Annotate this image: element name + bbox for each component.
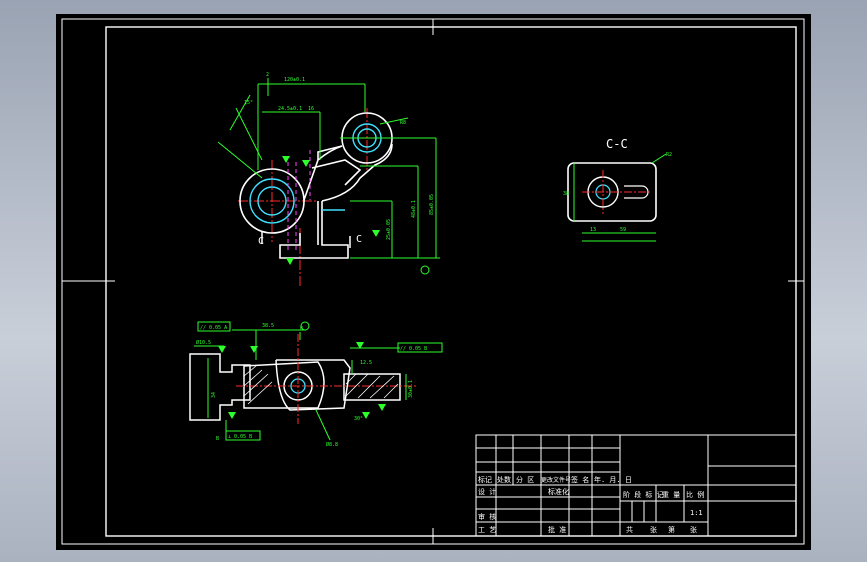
dim-angle-left: 15°: [244, 100, 253, 106]
plan-width-dim: 38.5: [262, 323, 274, 329]
dim-height-mid: 25±0.05: [386, 219, 392, 240]
dim-top-small: 2: [266, 72, 269, 78]
section-title: C-C: [606, 137, 628, 151]
plan-angle-dim: 30°: [354, 416, 363, 422]
header-zone: 分 区: [516, 475, 534, 484]
scale-label: 比 例: [686, 490, 704, 499]
section-marker-right: C: [356, 234, 362, 245]
cad-drawing-canvas: C C 120±0.1 24.5±0.1 16 2 R8 15° 85±0.05…: [56, 14, 811, 550]
scale-value: 1:1: [690, 509, 703, 517]
stage-mark-label: 阶 段 标 记: [623, 490, 664, 499]
sheet-unit-2: 张: [690, 525, 697, 534]
header-sign: 签 名: [571, 475, 589, 484]
plan-hole-dim: Ø8.8: [326, 441, 338, 448]
plan-depth-dim: 12.5: [360, 360, 372, 366]
row-process-label: 工 艺: [478, 526, 496, 534]
tol-frame-right: // 0.05 B: [400, 346, 427, 352]
dim-top-mid: 16: [308, 106, 314, 112]
sheet-number-label: 第: [668, 525, 675, 534]
row-review-label: 审 核: [478, 512, 496, 521]
row-approve-label: 批 准: [548, 525, 566, 534]
tol-frame-top: // 0.05 A: [200, 325, 227, 331]
row-standardize-label: 标准化: [548, 487, 569, 496]
header-mark: 标记: [478, 475, 492, 484]
plan-left-height-dim: 34: [211, 392, 217, 398]
section-radius-dim: R2: [666, 152, 672, 158]
datum-b-top: B: [300, 326, 303, 332]
section-height-dim: 38: [563, 191, 569, 197]
header-date: 年. 月. 日: [594, 475, 632, 484]
datum-b-bottom: B: [216, 436, 219, 442]
dim-height-right-1: 85±0.05: [429, 194, 435, 215]
sheet-total-label: 共: [626, 525, 633, 534]
sheet-unit-1: 张: [650, 525, 657, 534]
section-width-dim: 59: [620, 227, 626, 233]
section-marker-left: C: [258, 236, 264, 247]
plan-right-height-dim: 30±0.1: [408, 380, 414, 398]
dim-top-left: 24.5±0.1: [278, 106, 302, 112]
header-count: 处数: [497, 475, 511, 484]
section-sub-dim: 13: [590, 227, 596, 233]
dim-top-overall: 120±0.1: [284, 77, 305, 83]
drawing-background: [56, 14, 811, 550]
weight-label: 重 量: [662, 491, 680, 499]
header-change-doc: 更改文件号: [541, 476, 571, 484]
plan-note-dim: Ø10.5: [196, 339, 211, 346]
row-design-label: 设 计: [478, 487, 496, 496]
dim-height-right-2: 48±0.1: [411, 200, 417, 218]
dim-radius-right: R8: [400, 120, 406, 126]
tol-frame-bottom: ⊥ 0.05 B: [228, 434, 252, 440]
